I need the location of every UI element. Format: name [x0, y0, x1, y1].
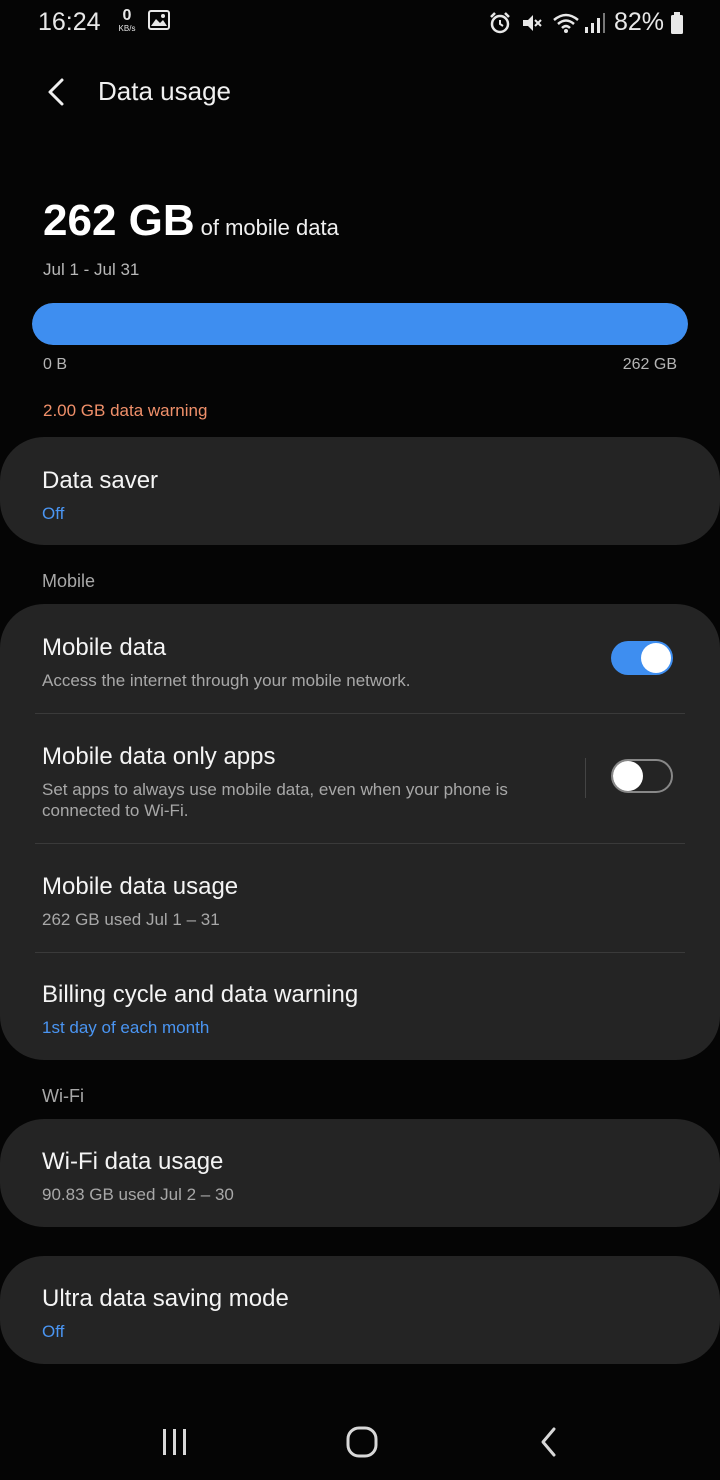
recent-apps-button[interactable] — [145, 1420, 205, 1464]
app-header: Data usage — [0, 60, 720, 124]
wifi-data-usage-row[interactable]: Wi-Fi data usage 90.83 GB used Jul 2 – 3… — [0, 1119, 720, 1205]
usage-progress-fill — [32, 303, 688, 345]
mobile-data-usage-row[interactable]: Mobile data usage 262 GB used Jul 1 – 31 — [0, 844, 720, 952]
navigation-bar — [0, 1400, 720, 1480]
network-speed-indicator: 0 KB/s — [116, 8, 138, 33]
wifi-settings-card: Wi-Fi data usage 90.83 GB used Jul 2 – 3… — [0, 1119, 720, 1227]
toggle-knob — [613, 761, 643, 791]
chevron-left-icon — [48, 78, 64, 106]
usage-progress-bar — [32, 303, 688, 345]
mobile-data-usage-title: Mobile data usage — [42, 873, 239, 900]
back-icon — [541, 1427, 556, 1457]
mobile-data-row[interactable]: Mobile data Access the internet through … — [0, 604, 720, 713]
ultra-data-saving-title: Ultra data saving mode — [42, 1285, 289, 1312]
mobile-data-only-apps-title: Mobile data only apps — [42, 743, 276, 770]
alarm-icon — [488, 11, 512, 35]
billing-cycle-title: Billing cycle and data warning — [42, 981, 359, 1008]
usage-line: 262 GB of mobile data — [43, 196, 688, 246]
billing-cycle-subtitle: 1st day of each month — [42, 1018, 210, 1037]
back-button[interactable] — [36, 72, 76, 112]
data-saver-row[interactable]: Data saver Off — [0, 437, 720, 524]
progress-min-label: 0 B — [43, 356, 68, 373]
page-title: Data usage — [98, 76, 231, 106]
data-saver-title: Data saver — [42, 467, 159, 494]
battery-icon — [670, 11, 684, 35]
vertical-separator — [585, 758, 586, 798]
section-label-wifi: Wi-Fi — [42, 1086, 84, 1106]
toggle-knob — [641, 643, 671, 673]
status-icons: 82% — [488, 8, 684, 37]
battery-percent: 82% — [613, 8, 664, 36]
data-warning-label: 2.00 GB data warning — [43, 401, 208, 420]
recent-apps-icon — [163, 1429, 186, 1455]
ultra-data-saving-card[interactable]: Ultra data saving mode Off — [0, 1256, 720, 1364]
ultra-data-saving-status: Off — [42, 1322, 65, 1341]
wifi-data-usage-title: Wi-Fi data usage — [42, 1148, 224, 1175]
home-icon — [346, 1426, 378, 1458]
network-speed-unit: KB/s — [118, 24, 136, 33]
usage-summary: 262 GB of mobile data Jul 1 - Jul 31 — [43, 196, 688, 280]
signal-icon — [584, 11, 606, 35]
progress-max-label: 262 GB — [622, 356, 677, 373]
section-label-mobile: Mobile — [42, 571, 96, 591]
usage-suffix: of mobile data — [200, 215, 339, 240]
mobile-data-title: Mobile data — [42, 634, 167, 661]
mobile-data-only-apps-toggle[interactable] — [611, 759, 673, 793]
billing-cycle-row[interactable]: Billing cycle and data warning 1st day o… — [0, 953, 720, 1060]
wifi-icon — [552, 11, 580, 35]
mute-icon — [520, 11, 544, 35]
mobile-data-subtitle: Access the internet through your mobile … — [42, 671, 411, 690]
home-button[interactable] — [332, 1420, 392, 1464]
mobile-data-only-apps-subtitle: Set apps to always use mobile data, even… — [42, 780, 508, 820]
status-time: 16:24 — [38, 8, 101, 36]
data-saver-status: Off — [42, 504, 65, 523]
system-back-button[interactable] — [519, 1420, 579, 1464]
status-bar: 16:24 0 KB/s 82% — [0, 0, 720, 44]
ultra-data-saving-row[interactable]: Ultra data saving mode Off — [0, 1256, 720, 1342]
mobile-data-only-apps-row[interactable]: Mobile data only apps Set apps to always… — [0, 714, 720, 843]
mobile-data-usage-subtitle: 262 GB used Jul 1 – 31 — [42, 910, 220, 929]
usage-amount: 262 GB — [43, 196, 195, 245]
mobile-settings-card: Mobile data Access the internet through … — [0, 604, 720, 1060]
wifi-data-usage-subtitle: 90.83 GB used Jul 2 – 30 — [42, 1185, 234, 1204]
mobile-data-toggle[interactable] — [611, 641, 673, 675]
network-speed-value: 0 — [122, 7, 132, 24]
image-icon — [148, 10, 170, 35]
data-usage-screen: 16:24 0 KB/s 82% Data usage 262 GB of mo… — [0, 0, 720, 1480]
usage-period: Jul 1 - Jul 31 — [43, 260, 140, 279]
data-saver-card[interactable]: Data saver Off — [0, 437, 720, 545]
